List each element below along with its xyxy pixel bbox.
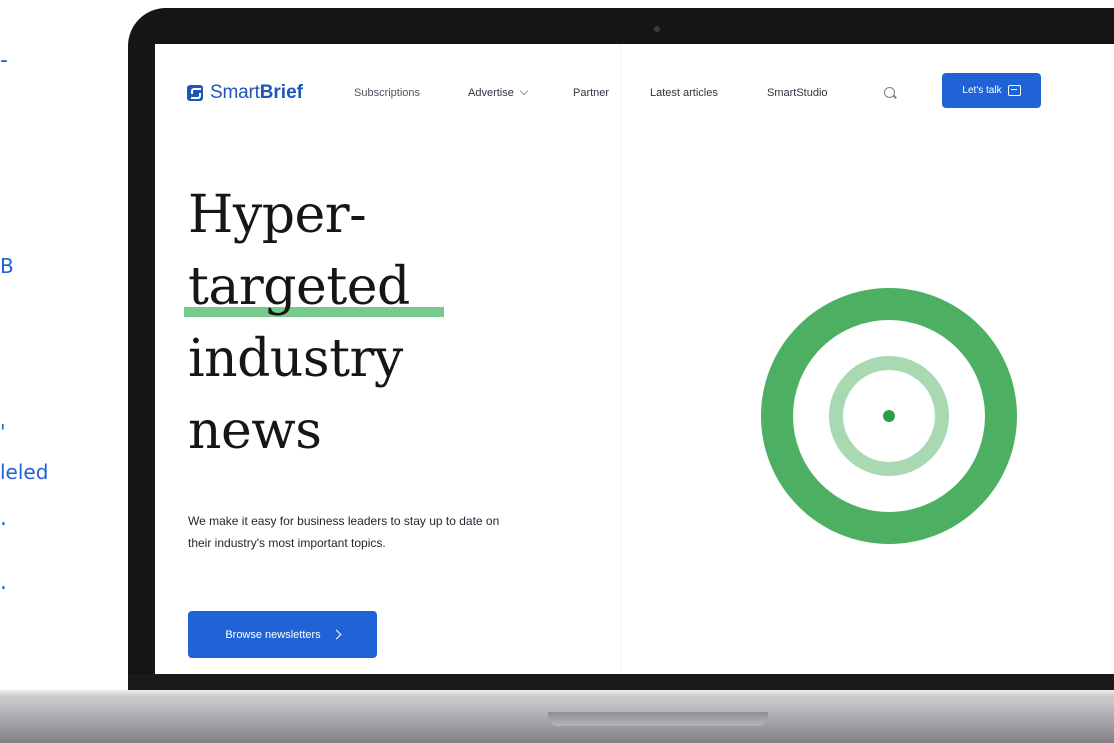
camera-dot xyxy=(654,26,660,32)
screen-bottom-bezel xyxy=(128,674,1114,690)
search-icon[interactable] xyxy=(884,87,895,98)
chat-icon xyxy=(1007,85,1021,96)
left-text-fragment: ' xyxy=(0,420,6,444)
chevron-down-icon xyxy=(519,86,529,96)
hero-title-line: Hyper- xyxy=(188,185,367,245)
laptop-opening-notch xyxy=(548,712,768,726)
screen-seam xyxy=(620,44,621,674)
nav-advertise[interactable]: Advertise xyxy=(468,86,529,99)
hero-title-line: news xyxy=(188,401,322,461)
logo-text-brief: Brief xyxy=(259,82,303,103)
hero-title: Hyper- targeted industry news xyxy=(188,179,508,467)
left-text-fragment: - xyxy=(0,48,8,73)
browse-newsletters-button[interactable]: Browse newsletters xyxy=(188,611,377,658)
left-text-fragment: . xyxy=(0,506,7,531)
nav-subscriptions[interactable]: Subscriptions xyxy=(354,87,420,99)
browse-newsletters-label: Browse newsletters xyxy=(225,628,321,641)
left-text-fragment: leled xyxy=(0,460,49,484)
hero-title-line: targeted xyxy=(188,257,410,317)
chevron-right-icon xyxy=(331,629,342,640)
lets-talk-button[interactable]: Let's talk xyxy=(942,73,1041,108)
nav-smartstudio[interactable]: SmartStudio xyxy=(767,87,828,99)
laptop-base-edge xyxy=(0,690,1114,698)
hero-subtitle: We make it easy for business leaders to … xyxy=(188,514,500,550)
left-text-fragment: . xyxy=(0,570,7,595)
nav-advertise-label: Advertise xyxy=(468,87,514,99)
nav-latest-articles[interactable]: Latest articles xyxy=(650,87,718,99)
left-text-fragment: B xyxy=(0,254,14,278)
nav-partner[interactable]: Partner xyxy=(573,87,609,99)
target-center-dot xyxy=(883,410,895,422)
logo-text-smart: Smart xyxy=(210,82,260,103)
smartbrief-logo[interactable]: Smart Brief xyxy=(187,82,303,104)
lets-talk-label: Let's talk xyxy=(962,85,1002,96)
laptop-screen: Smart Brief Subscriptions Advertise Part… xyxy=(155,44,1114,674)
hero-title-line: industry xyxy=(188,329,403,389)
target-graphic xyxy=(761,288,1017,544)
logo-mark-icon xyxy=(187,85,203,101)
